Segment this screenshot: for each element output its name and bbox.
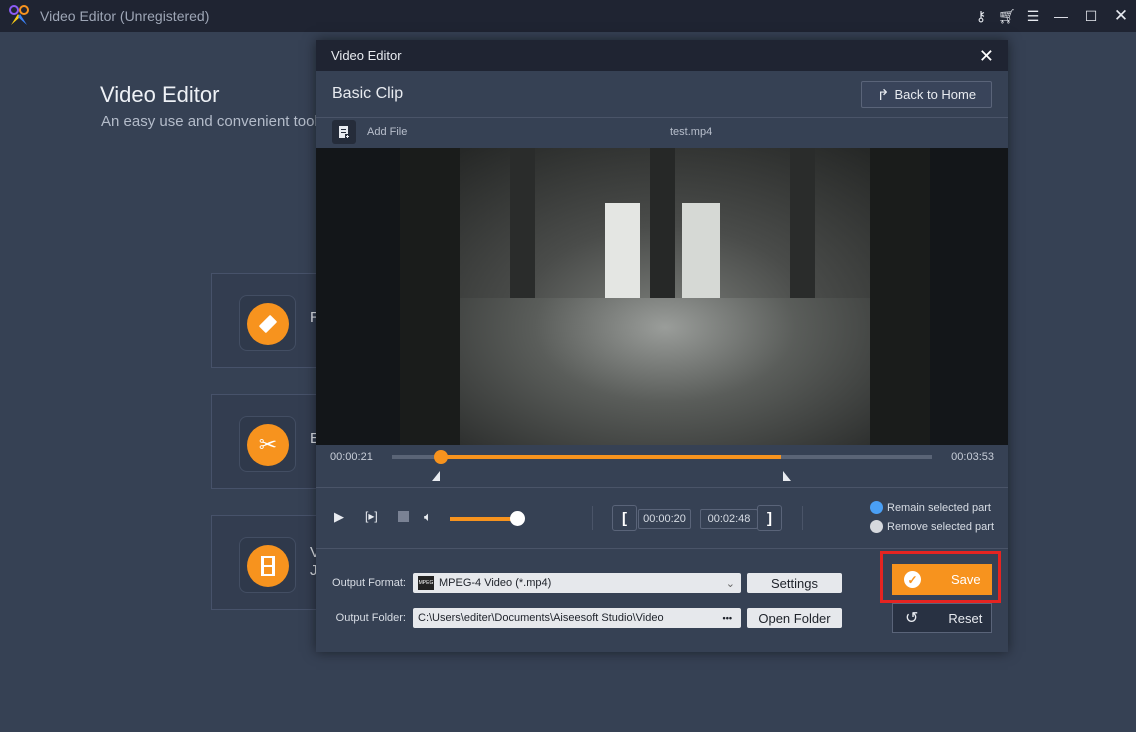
next-frame-icon[interactable]: [▸] — [365, 509, 378, 523]
app-title: Video Editor (Unregistered) — [40, 8, 210, 24]
output-folder-field[interactable]: C:\Users\editer\Documents\Aiseesoft Stud… — [413, 608, 741, 628]
dialog-heading: Basic Clip — [332, 85, 404, 102]
set-start-button[interactable]: [ — [612, 505, 637, 531]
current-time: 00:00:21 — [330, 451, 373, 463]
selection-start-handle[interactable] — [431, 471, 440, 481]
radio-remain-selected[interactable]: Remain selected part — [870, 501, 991, 514]
rotate-icon — [247, 303, 289, 345]
mpeg-icon: MPEG — [418, 576, 434, 590]
dialog-close-icon[interactable]: ✕ — [979, 46, 994, 67]
end-time-field[interactable]: 00:02:48 — [700, 509, 758, 529]
timeline[interactable]: 00:00:21 00:03:53 — [316, 445, 1008, 488]
output-format-select[interactable]: MPEG MPEG-4 Video (*.mp4) ⌄ — [413, 573, 741, 593]
cart-icon[interactable]: 🛒︎ — [994, 0, 1020, 32]
chevron-down-icon: ⌄ — [725, 577, 735, 590]
film-icon — [247, 545, 289, 587]
video-frame — [400, 148, 930, 445]
add-file-icon[interactable] — [332, 120, 356, 144]
key-icon[interactable]: ⚷ — [968, 0, 994, 32]
save-button[interactable]: ✓ Save — [892, 564, 992, 595]
app-titlebar: Video Editor (Unregistered) ⚷ 🛒︎ ☰ — ☐ ✕ — [0, 0, 1136, 32]
filename: test.mp4 — [670, 126, 713, 138]
timeline-selection — [440, 455, 781, 459]
video-preview[interactable] — [316, 148, 1008, 445]
video-editor-dialog: Video Editor ✕ Basic Clip ↱ Back to Home… — [316, 40, 1008, 652]
radio-dot — [870, 520, 883, 533]
playhead-handle[interactable] — [433, 450, 448, 464]
back-to-home-label: Back to Home — [894, 87, 977, 102]
dialog-titlebar: Video Editor ✕ — [316, 40, 1008, 71]
play-icon[interactable]: ▶ — [334, 509, 344, 525]
home-title: Video Editor — [100, 82, 220, 107]
back-arrow-icon: ↱ — [876, 86, 890, 104]
dialog-title: Video Editor — [331, 48, 402, 63]
maximize-icon[interactable]: ☐ — [1076, 0, 1106, 32]
scissors-icon: ✂ — [247, 424, 289, 466]
output-folder-label: Output Folder: — [335, 612, 406, 624]
home-subtitle: An easy use and convenient tool — [101, 113, 318, 130]
volume-handle[interactable] — [510, 511, 525, 526]
stop-icon[interactable] — [398, 511, 409, 522]
add-file-button[interactable]: Add File — [367, 126, 407, 138]
output-format-label: Output Format: — [332, 577, 406, 589]
minimize-icon[interactable]: — — [1046, 0, 1076, 32]
volume-icon[interactable]: 🔈︎ — [424, 509, 432, 525]
timeline-track[interactable] — [392, 450, 932, 464]
browse-icon[interactable]: ••• — [723, 613, 732, 623]
reset-button[interactable]: ↺ Reset — [892, 603, 992, 633]
volume-slider[interactable] — [450, 517, 518, 521]
total-time: 00:03:53 — [951, 451, 994, 463]
playback-controls: ▶ [▸] 🔈︎ [ 00:00:20 00:02:48 ] Remain se… — [316, 489, 1008, 549]
open-folder-button[interactable]: Open Folder — [747, 608, 842, 628]
set-end-button[interactable]: ] — [757, 505, 782, 531]
radio-dot — [870, 501, 883, 514]
app-logo-icon — [8, 5, 30, 27]
start-time-field[interactable]: 00:00:20 — [638, 509, 691, 529]
reset-icon: ↺ — [905, 610, 919, 627]
selection-end-handle[interactable] — [782, 471, 791, 481]
check-circle-icon: ✓ — [904, 571, 921, 588]
menu-icon[interactable]: ☰ — [1020, 0, 1046, 32]
close-icon[interactable]: ✕ — [1106, 0, 1136, 32]
radio-remove-selected[interactable]: Remove selected part — [870, 520, 994, 533]
settings-button[interactable]: Settings — [747, 573, 842, 593]
back-to-home-button[interactable]: ↱ Back to Home — [861, 81, 992, 108]
